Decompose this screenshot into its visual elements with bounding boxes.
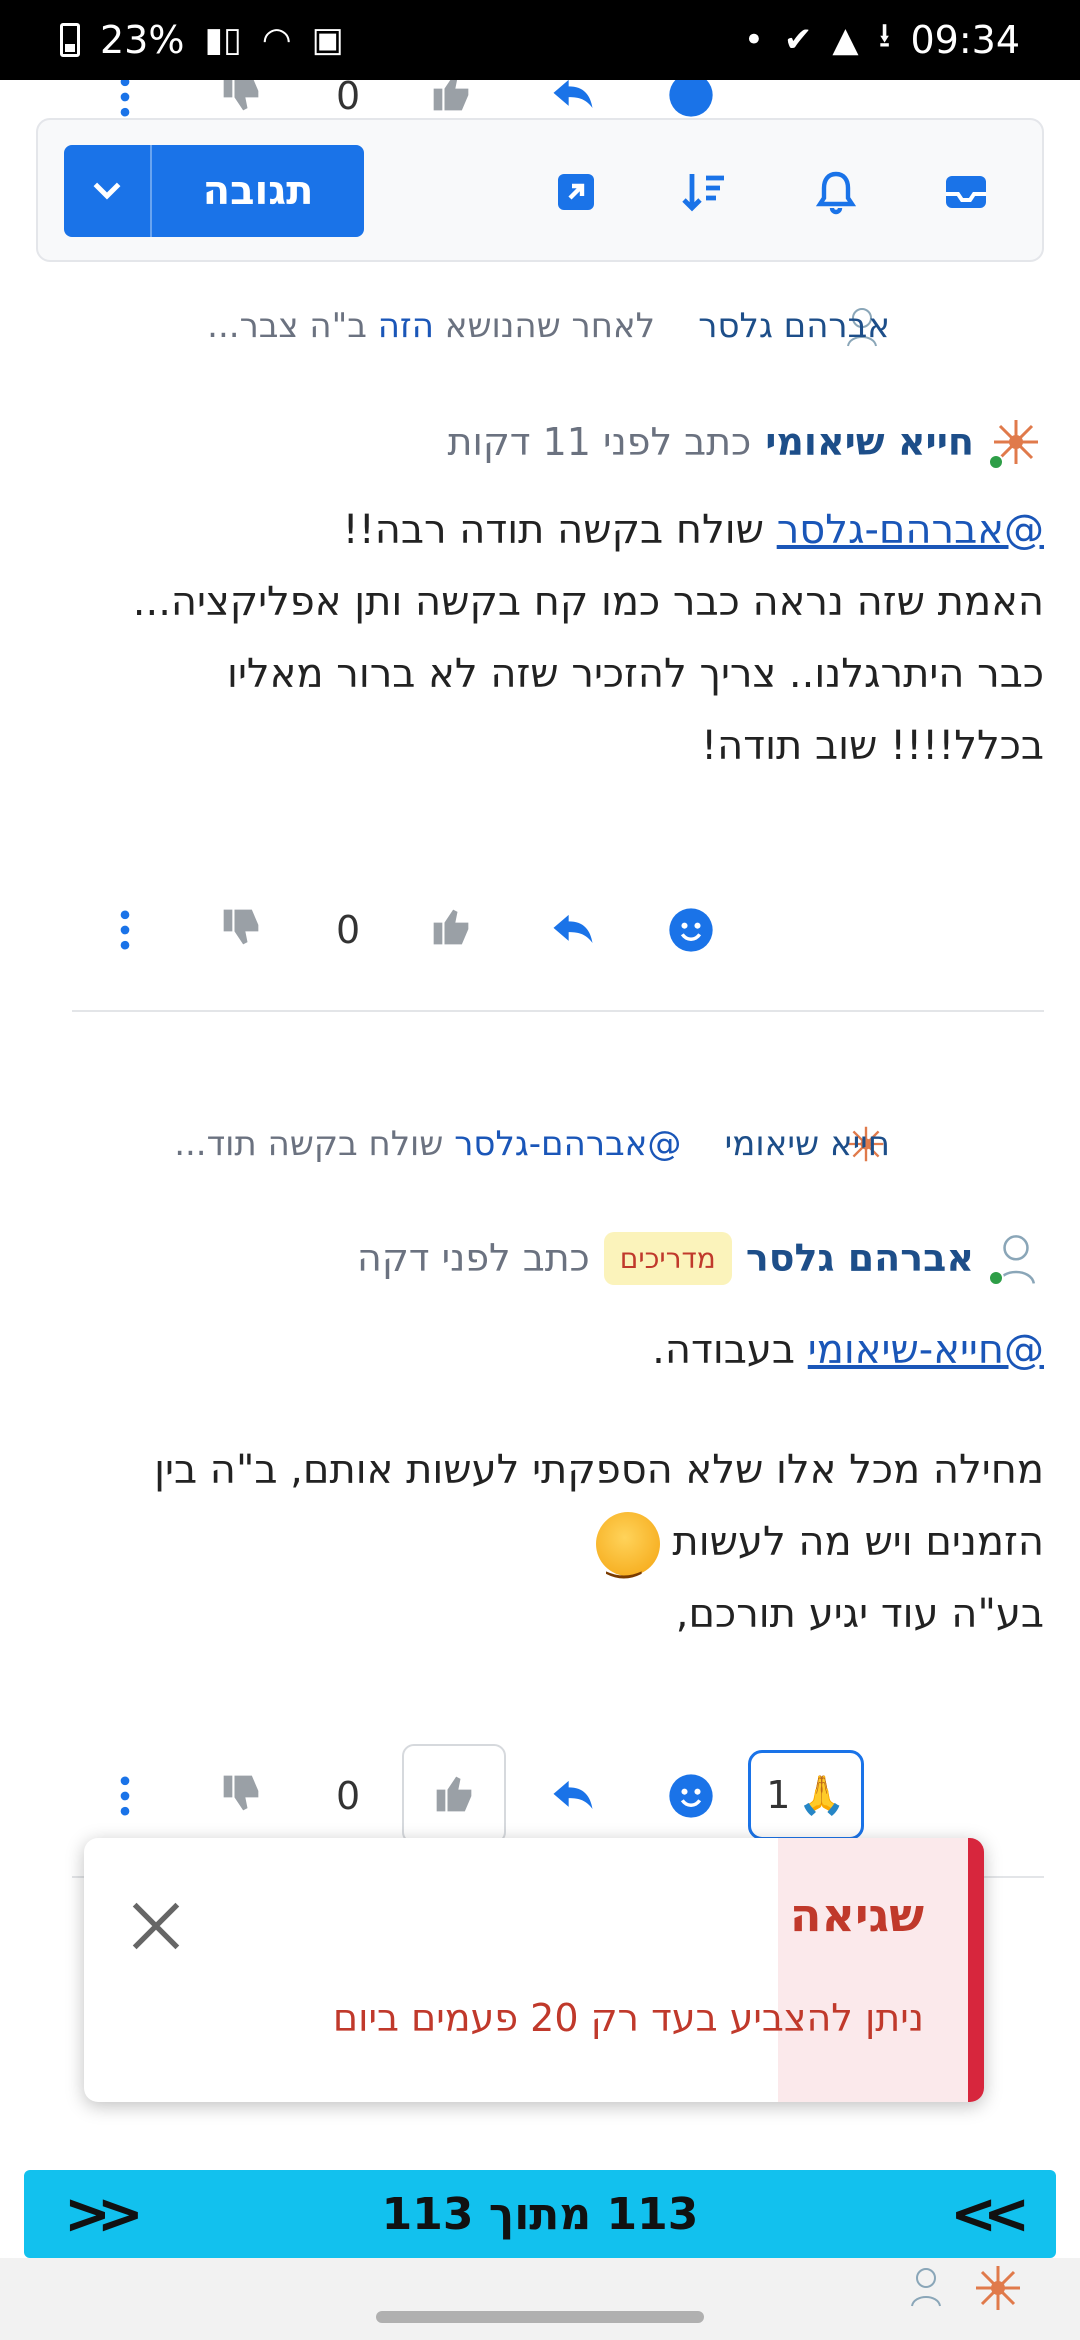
group-badge[interactable]: מדריכים	[603, 1231, 732, 1285]
bell-icon[interactable]	[812, 168, 860, 216]
battery-percent: 23%	[100, 18, 185, 62]
toast-title: שגיאה	[789, 1888, 924, 1942]
avatar	[904, 2264, 948, 2312]
smile-emoji-icon	[595, 1512, 660, 1592]
signal-icon: ▮▯	[204, 20, 242, 60]
post-timestamp[interactable]: כתב לפני 11 דקות	[447, 420, 751, 464]
post-divider	[72, 1010, 1044, 1012]
post-header: אברהם גלסר מדריכים כתב לפני דקה	[357, 1228, 1044, 1288]
post-pagination: >> 113 מתוך 113 <<	[24, 2170, 1056, 2258]
parent-mention[interactable]: @אברהם-גלסר	[454, 1124, 681, 1164]
author-name[interactable]: חייא שיאומי	[765, 420, 974, 464]
online-indicator	[988, 454, 1004, 470]
parent-excerpt: שולח בקשה תוד...	[174, 1124, 455, 1164]
post-text-line: הזמנים ויש מה לעשות	[672, 1519, 1044, 1565]
avatar[interactable]	[988, 414, 1044, 470]
mention-link[interactable]: @אברהם-גלסר	[777, 507, 1044, 553]
post-parent-reference[interactable]: חייא שיאומי @אברהם-גלסר שולח בקשה תוד...	[174, 1124, 890, 1164]
sort-icon[interactable]	[680, 168, 728, 216]
topic-toolbar: תגובה	[36, 118, 1044, 262]
post-actions: 0 1 🙏	[0, 1744, 1080, 1846]
battery-saver-icon: ▣	[311, 20, 344, 60]
post-text-line: האמת שזה נראה כבר כמו קח בקשה ותן אפליקצ…	[132, 579, 1044, 625]
gesture-nav-handle[interactable]	[376, 2311, 704, 2323]
share-icon[interactable]	[552, 168, 600, 216]
parent-author[interactable]: אברהם גלסר	[698, 306, 890, 346]
thumbs-up-icon[interactable]	[402, 1744, 506, 1844]
lock-icon: ▲	[832, 20, 859, 60]
avatar[interactable]	[988, 1230, 1044, 1286]
reaction-count: 1	[766, 1773, 791, 1817]
post-text-line: בע"ה עוד יגיע תורכם,	[675, 1591, 1044, 1637]
post-text-line: מחילה מכל אלו שלא הספקתי לעשות אותם, ב"ה…	[154, 1447, 1044, 1493]
reaction-pill[interactable]: 1 🙏	[748, 1750, 864, 1840]
thumbs-down-icon[interactable]	[206, 1758, 276, 1828]
parent-excerpt-link[interactable]: הזה	[378, 306, 434, 346]
parent-excerpt-post: ב"ה צבר...	[207, 306, 378, 346]
thumbs-down-icon[interactable]	[206, 80, 276, 120]
post-parent-reference[interactable]: אברהם גלסר לאחר שהנושא הזה ב"ה צבר...	[207, 306, 890, 346]
error-toast[interactable]: שגיאה ניתן להצביע בעד רק 20 פעמים ביום	[84, 1838, 984, 2102]
more-icon[interactable]	[90, 80, 160, 120]
post-text-line: בכלל!!!! שוב תודה!	[701, 723, 1044, 769]
emoji-reaction-icon[interactable]	[656, 1761, 726, 1831]
clock: 09:34	[910, 18, 1020, 62]
avatar	[970, 2260, 1026, 2320]
chevron-down-icon[interactable]	[64, 145, 152, 237]
reply-arrow-icon[interactable]	[538, 1761, 608, 1831]
vote-count: 0	[336, 80, 361, 118]
praying-hands-icon: 🙏	[798, 1772, 846, 1817]
reply-arrow-icon[interactable]	[538, 895, 608, 965]
thumbs-down-icon[interactable]	[206, 892, 276, 962]
first-post-icon[interactable]: <<	[950, 2182, 1030, 2247]
post-actions: 0	[0, 880, 1080, 980]
pagination-label[interactable]: 113 מתוך 113	[382, 2189, 699, 2240]
status-left: 23% ▮▯ ◠ ▣	[60, 18, 344, 62]
parent-author[interactable]: חייא שיאומי	[725, 1124, 890, 1164]
emoji-reaction-icon[interactable]	[656, 80, 726, 120]
vote-count: 0	[336, 1774, 361, 1818]
reply-label: תגובה	[202, 168, 314, 214]
battery-icon	[60, 23, 80, 57]
status-bar: 23% ▮▯ ◠ ▣ • ✔ ▲ ⭳ 09:34	[0, 0, 1080, 80]
reply-arrow-icon[interactable]	[538, 80, 608, 120]
more-icon[interactable]	[90, 1761, 160, 1831]
emoji-reaction-icon[interactable]	[656, 895, 726, 965]
toast-message: ניתן להצביע בעד רק 20 פעמים ביום	[332, 1996, 924, 2040]
next-content-peek	[0, 2258, 1080, 2340]
thumbs-up-icon[interactable]	[416, 80, 486, 120]
thumbs-up-icon[interactable]	[416, 892, 486, 962]
inbox-icon[interactable]	[942, 168, 990, 216]
wifi-icon: ◠	[261, 20, 292, 60]
post-header: חייא שיאומי כתב לפני 11 דקות	[447, 412, 1044, 472]
post-text-line: שולח בקשה תודה רבה!!	[342, 507, 777, 553]
online-indicator	[988, 1270, 1004, 1286]
more-icon[interactable]	[90, 895, 160, 965]
status-right: • ✔ ▲ ⭳ 09:34	[744, 12, 1020, 69]
toast-error-stripe	[968, 1838, 984, 2102]
post-text-line: כבר היתרגלנו.. צריך להזכיר שזה לא ברור מ…	[227, 651, 1044, 697]
close-icon[interactable]	[124, 1894, 188, 1958]
check-circle-icon: ✔	[783, 20, 813, 60]
reply-button[interactable]: תגובה	[64, 145, 364, 237]
post-text-line: בעבודה.	[652, 1327, 808, 1373]
toast-accent	[778, 1838, 968, 2102]
post-content: @חייא-שיאומי בעבודה. מחילה מכל אלו שלא ה…	[44, 1314, 1044, 1650]
app-screen: 23% ▮▯ ◠ ▣ • ✔ ▲ ⭳ 09:34 0 תגובה אברהם ג…	[0, 0, 1080, 2340]
post-content: @אברהם-גלסר שולח בקשה תודה רבה!! האמת שז…	[44, 494, 1044, 782]
download-icon: ⭳	[878, 15, 891, 56]
author-name[interactable]: אברהם גלסר	[746, 1236, 974, 1280]
last-post-icon[interactable]: >>	[64, 2182, 144, 2247]
dot-icon: •	[743, 20, 764, 60]
vote-count: 0	[336, 908, 361, 952]
post-timestamp[interactable]: כתב לפני דקה	[357, 1236, 590, 1280]
previous-post-actions: 0	[0, 80, 1080, 120]
parent-excerpt-pre: לאחר שהנושא	[433, 306, 655, 346]
mention-link[interactable]: @חייא-שיאומי	[808, 1327, 1044, 1373]
